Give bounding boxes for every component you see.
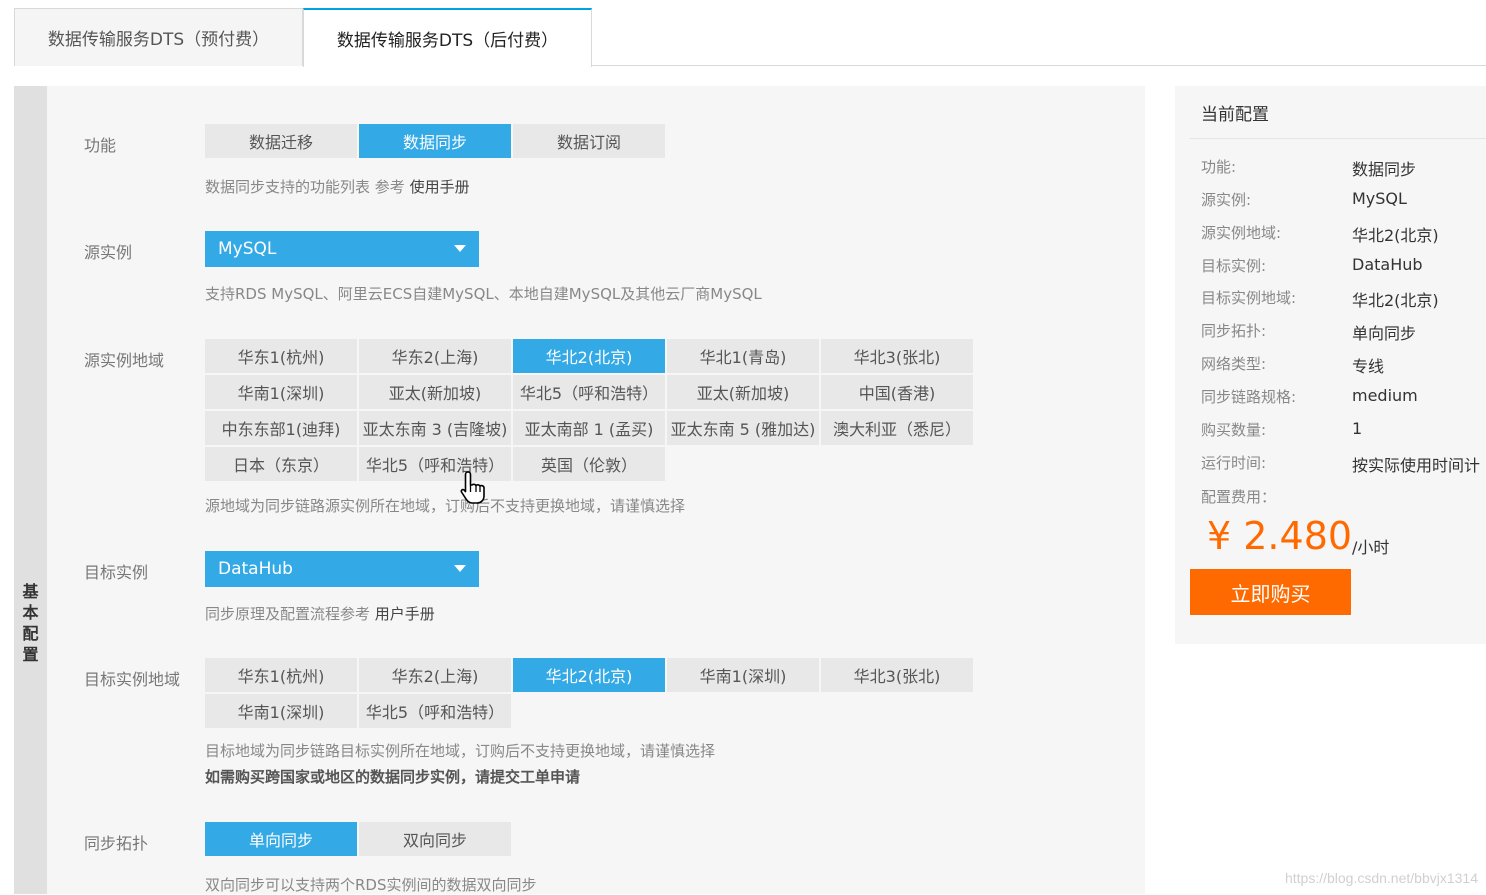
source-region-option[interactable]: 澳大利亚（悉尼） — [821, 411, 973, 445]
target-region-label: 目标实例地域 — [84, 670, 181, 689]
topology-hint: 双向同步可以支持两个RDS实例间的数据双向同步 — [205, 876, 537, 894]
current-config-summary: 当前配置 功能: 数据同步 源实例: MySQL 源实例地域: 华北2(北京) … — [1175, 86, 1486, 644]
summary-key: 源实例: — [1201, 191, 1252, 209]
target-region-option[interactable]: 华南1(深圳) — [667, 658, 819, 692]
summary-key: 运行时间: — [1201, 454, 1267, 472]
source-instance-value: MySQL — [218, 239, 277, 259]
summary-value: 专线 — [1352, 357, 1385, 376]
source-instance-hint: 支持RDS MySQL、阿里云ECS自建MySQL、本地自建MySQL及其他云厂… — [205, 285, 762, 303]
target-instance-select[interactable]: DataHub — [205, 551, 479, 587]
source-region-option[interactable]: 亚太南部 1 (孟买) — [513, 411, 665, 445]
source-region-option[interactable]: 华北1(青岛) — [667, 339, 819, 373]
summary-value: MySQL — [1352, 189, 1407, 208]
target-region-option[interactable]: 华北3(张北) — [821, 658, 973, 692]
tab-postpaid[interactable]: 数据传输服务DTS（后付费） — [303, 8, 592, 67]
function-hint-text: 数据同步支持的功能列表 参考 — [205, 178, 405, 196]
target-instance-hint: 同步原理及配置流程参考 用户手册 — [205, 603, 435, 624]
summary-divider — [1189, 138, 1486, 139]
summary-value: 华北2(北京) — [1352, 226, 1439, 245]
summary-key: 网络类型: — [1201, 355, 1267, 373]
buy-now-button[interactable]: 立即购买 — [1190, 569, 1351, 615]
summary-key: 同步链路规格: — [1201, 388, 1297, 406]
source-region-option[interactable]: 华东2(上海) — [359, 339, 511, 373]
source-region-option[interactable]: 华北5（呼和浩特） — [513, 375, 665, 409]
user-manual-link[interactable]: 用户手册 — [375, 605, 435, 623]
summary-value: 数据同步 — [1352, 160, 1417, 179]
target-instance-label: 目标实例 — [84, 563, 149, 582]
side-label-char: 配 — [22, 624, 39, 643]
function-option-migrate[interactable]: 数据迁移 — [205, 124, 357, 158]
topology-label: 同步拓扑 — [84, 834, 149, 853]
source-region-label: 源实例地域 — [84, 351, 165, 370]
summary-key: 同步拓扑: — [1201, 322, 1267, 340]
source-region-option[interactable]: 亚太(新加坡) — [359, 375, 511, 409]
source-region-option[interactable]: 日本（东京） — [205, 447, 357, 481]
source-region-options: 华东1(杭州) 华东2(上海) 华北2(北京) 华北1(青岛) 华北3(张北) … — [205, 339, 980, 483]
side-label-char: 基 — [22, 582, 39, 601]
source-region-option[interactable]: 中国(香港) — [821, 375, 973, 409]
hand-cursor-icon — [460, 471, 485, 504]
source-region-option[interactable]: 亚太(新加坡) — [667, 375, 819, 409]
source-region-option-selected[interactable]: 华北2(北京) — [513, 339, 665, 373]
chevron-down-icon — [454, 565, 466, 572]
source-region-option[interactable]: 中东东部1(迪拜) — [205, 411, 357, 445]
cross-border-hint: 如需购买跨国家或地区的数据同步实例，请提交工单申请 — [205, 768, 581, 786]
source-region-option[interactable]: 英国（伦敦） — [513, 447, 665, 481]
source-instance-select[interactable]: MySQL — [205, 231, 479, 267]
source-region-option[interactable]: 亚太东南 3 (吉隆坡) — [359, 411, 511, 445]
tab-prepaid[interactable]: 数据传输服务DTS（预付费） — [14, 8, 303, 66]
product-tabs: 数据传输服务DTS（预付费） 数据传输服务DTS（后付费） — [14, 8, 1486, 67]
fee-label: 配置费用： — [1201, 488, 1277, 506]
price-unit: /小时 — [1352, 538, 1390, 557]
target-instance-hint-text: 同步原理及配置流程参考 — [205, 605, 371, 623]
summary-key: 目标实例: — [1201, 257, 1267, 275]
summary-value: 1 — [1352, 419, 1363, 438]
basic-config-panel: 基 本 配 置 功能 数据迁移 数据同步 数据订阅 数据同步支持的功能列表 参考… — [14, 86, 1145, 894]
source-region-hint: 源地域为同步链路源实例所在地域，订购后不支持更换地域，请谨慎选择 — [205, 497, 686, 515]
source-region-option[interactable]: 华东1(杭州) — [205, 339, 357, 373]
topology-option-one-way[interactable]: 单向同步 — [205, 822, 357, 856]
target-region-option[interactable]: 华北5（呼和浩特） — [359, 694, 511, 728]
target-region-options: 华东1(杭州) 华东2(上海) 华北2(北京) 华南1(深圳) 华北3(张北) … — [205, 658, 980, 730]
target-region-option[interactable]: 华东1(杭州) — [205, 658, 357, 692]
summary-value: 单向同步 — [1352, 324, 1417, 343]
manual-link[interactable]: 使用手册 — [410, 178, 470, 196]
target-region-option[interactable]: 华东2(上海) — [359, 658, 511, 692]
summary-value: 华北2(北京) — [1352, 291, 1439, 310]
function-options: 数据迁移 数据同步 数据订阅 — [205, 124, 675, 160]
source-region-option[interactable]: 亚太东南 5 (雅加达) — [667, 411, 819, 445]
source-region-option[interactable]: 华南1(深圳) — [205, 375, 357, 409]
function-label: 功能 — [84, 136, 117, 155]
summary-value: medium — [1352, 386, 1418, 405]
summary-value: 按实际使用时间计 — [1352, 456, 1481, 475]
source-region-option[interactable]: 华北3(张北) — [821, 339, 973, 373]
section-side-label: 基 本 配 置 — [14, 86, 47, 894]
side-label-char: 置 — [22, 645, 39, 664]
topology-option-two-way[interactable]: 双向同步 — [359, 822, 511, 856]
summary-title: 当前配置 — [1201, 105, 1269, 125]
chevron-down-icon — [454, 245, 466, 252]
function-hint: 数据同步支持的功能列表 参考 使用手册 — [205, 176, 470, 197]
summary-key: 功能: — [1201, 158, 1237, 176]
summary-key: 购买数量: — [1201, 421, 1267, 439]
target-region-hint: 目标地域为同步链路目标实例所在地域，订购后不支持更换地域，请谨慎选择 — [205, 742, 716, 760]
target-instance-value: DataHub — [218, 559, 293, 579]
function-option-sync[interactable]: 数据同步 — [359, 124, 511, 158]
price-value: ¥ 2.480 — [1207, 514, 1353, 558]
summary-key: 源实例地域: — [1201, 224, 1282, 242]
summary-key: 目标实例地域: — [1201, 289, 1297, 307]
source-instance-label: 源实例 — [84, 243, 133, 262]
topology-options: 单向同步 双向同步 — [205, 822, 525, 858]
target-region-option[interactable]: 华南1(深圳) — [205, 694, 357, 728]
side-label-char: 本 — [22, 603, 39, 622]
target-region-option-selected[interactable]: 华北2(北京) — [513, 658, 665, 692]
function-option-subscribe[interactable]: 数据订阅 — [513, 124, 665, 158]
summary-value: DataHub — [1352, 255, 1423, 274]
watermark: https://blog.csdn.net/bbvjx1314 — [1284, 870, 1478, 886]
